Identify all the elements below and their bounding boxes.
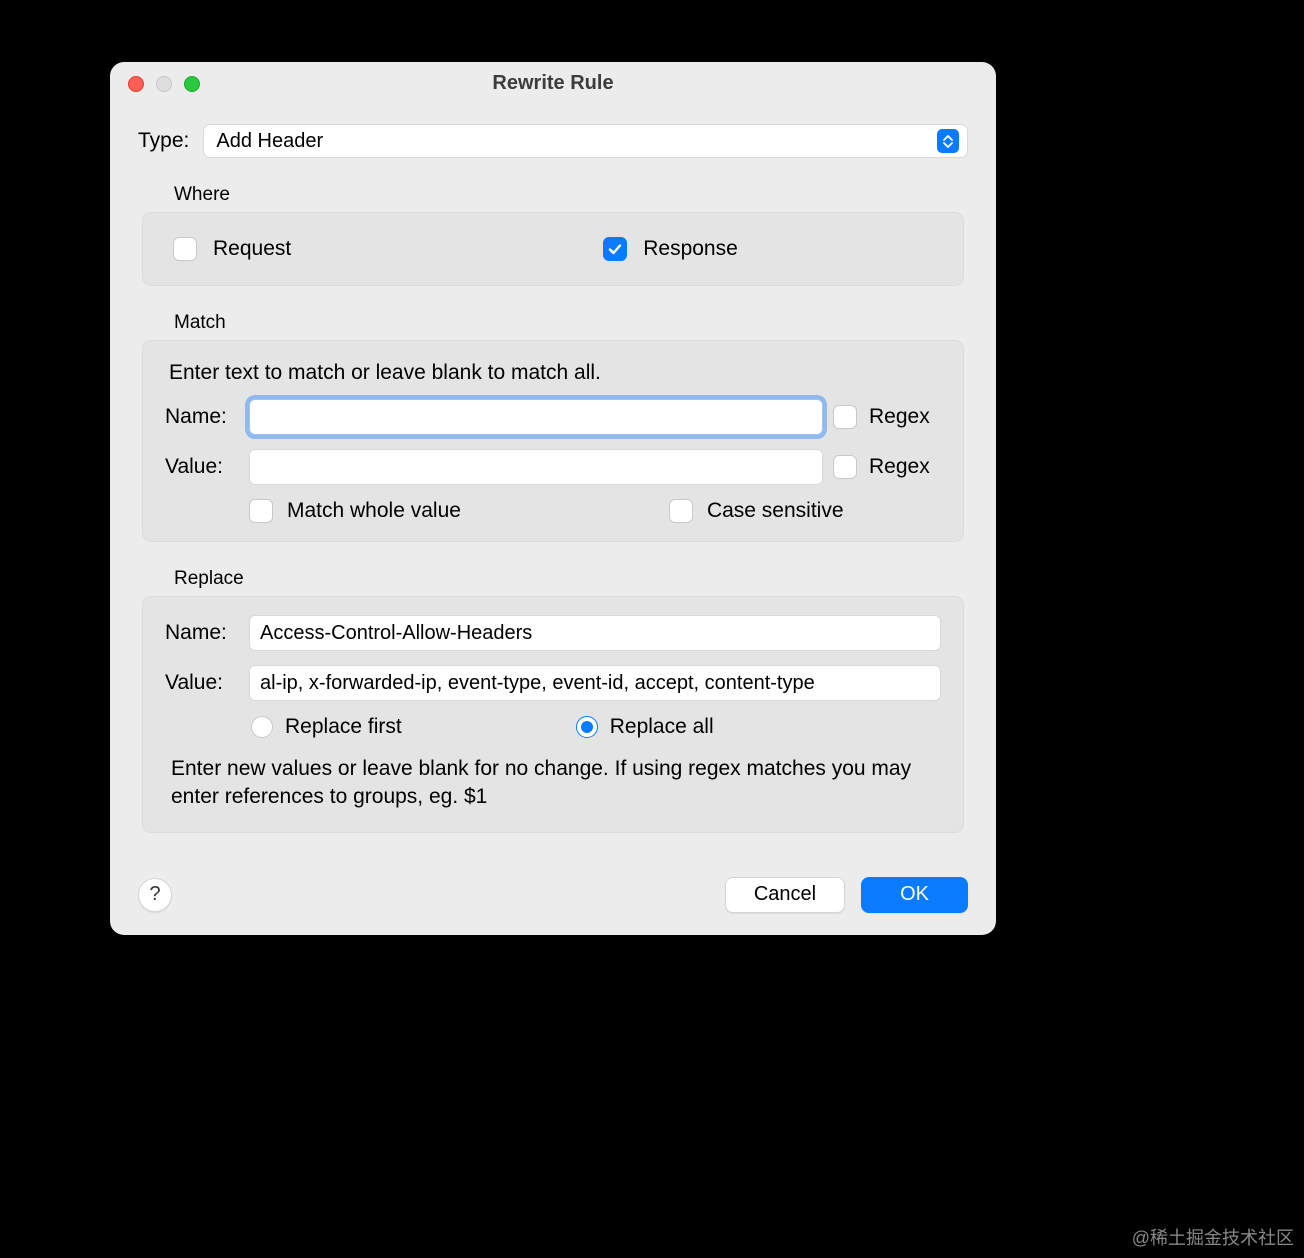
replace-name-input[interactable] [249,615,941,651]
match-help-text: Enter text to match or leave blank to ma… [169,361,941,385]
match-name-regex-label: Regex [869,405,930,429]
help-button[interactable]: ? [138,878,172,912]
select-stepper-icon [937,129,959,153]
window-title: Rewrite Rule [110,72,996,95]
where-legend: Where [174,184,968,206]
match-group: Enter text to match or leave blank to ma… [142,340,964,542]
match-legend: Match [174,312,968,334]
type-select[interactable]: Add Header [203,124,968,158]
type-select-value: Add Header [216,130,323,153]
match-value-regex-checkbox[interactable] [833,455,857,479]
response-label: Response [643,237,738,261]
where-group: Request Response [142,212,964,286]
replace-first-radio[interactable] [251,716,273,738]
match-value-input[interactable] [249,449,823,485]
replace-group: Name: Value: Replace first Replace all E… [142,596,964,833]
response-checkbox[interactable] [603,237,627,261]
type-label: Type: [138,129,189,153]
match-whole-label: Match whole value [287,499,461,523]
replace-value-input[interactable] [249,665,941,701]
match-name-label: Name: [165,405,239,429]
replace-value-label: Value: [165,671,239,695]
replace-all-label: Replace all [610,715,714,739]
match-value-regex-label: Regex [869,455,930,479]
watermark: @稀土掘金技术社区 [1132,1224,1294,1250]
request-checkbox[interactable] [173,237,197,261]
cancel-button[interactable]: Cancel [725,877,845,913]
match-name-regex-checkbox[interactable] [833,405,857,429]
ok-button[interactable]: OK [861,877,968,913]
match-value-label: Value: [165,455,239,479]
replace-help-text: Enter new values or leave blank for no c… [171,755,935,812]
match-case-label: Case sensitive [707,499,844,523]
titlebar: Rewrite Rule [110,62,996,106]
match-case-checkbox[interactable] [669,499,693,523]
match-whole-checkbox[interactable] [249,499,273,523]
match-name-input[interactable] [249,399,823,435]
replace-legend: Replace [174,568,968,590]
replace-name-label: Name: [165,621,239,645]
rewrite-rule-dialog: Rewrite Rule Type: Add Header Where Requ… [110,62,996,935]
request-label: Request [213,237,291,261]
replace-all-radio[interactable] [576,716,598,738]
replace-first-label: Replace first [285,715,402,739]
